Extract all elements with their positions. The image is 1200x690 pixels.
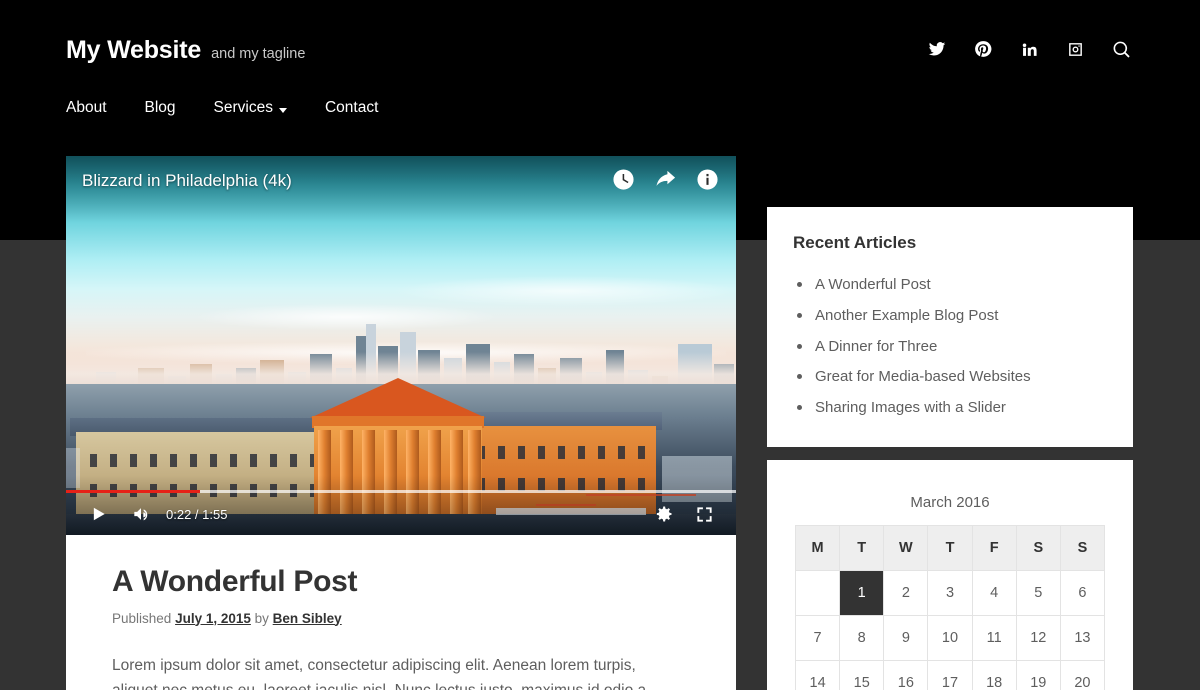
calendar-table: MTWTFSS 1 2 3 4 5 6 7 8 9 10 11 12 13 14 15 16 17 18 19 20 xyxy=(794,525,1106,690)
post-author-link[interactable]: Ben Sibley xyxy=(273,611,342,626)
calendar-day-cell[interactable]: 19 xyxy=(1015,660,1061,690)
calendar-day-cell[interactable]: 12 xyxy=(1015,615,1061,661)
pinterest-icon[interactable] xyxy=(970,36,996,62)
calendar-day-cell[interactable]: 15 xyxy=(839,660,885,690)
by-label: by xyxy=(254,610,269,626)
calendar-day-cell[interactable]: 7 xyxy=(794,615,841,661)
calendar-weekday-header: S xyxy=(1015,525,1061,571)
recent-article-item[interactable]: A Dinner for Three xyxy=(797,335,1107,359)
calendar-day-cell[interactable]: 10 xyxy=(927,615,973,661)
video-title: Blizzard in Philadelphia (4k) xyxy=(82,171,292,190)
calendar-weekday-header: F xyxy=(971,525,1017,571)
calendar-week-row: 123456 xyxy=(794,570,1106,616)
chevron-down-icon xyxy=(278,107,287,113)
post-meta: Published July 1, 2015 by Ben Sibley xyxy=(112,611,690,626)
settings-gear-icon[interactable] xyxy=(654,504,674,524)
calendar-day-cell[interactable]: 20 xyxy=(1059,660,1106,690)
post-title[interactable]: A Wonderful Post xyxy=(112,565,690,600)
calendar-day-cell[interactable]: 13 xyxy=(1059,615,1106,661)
recent-article-item[interactable]: Sharing Images with a Slider xyxy=(797,396,1107,420)
calendar-header-row: MTWTFSS xyxy=(794,525,1106,571)
widget-title: Recent Articles xyxy=(793,233,917,252)
play-button[interactable] xyxy=(88,504,108,524)
nav-item-blog[interactable]: Blog xyxy=(145,99,176,117)
calendar-day-cell[interactable]: 14 xyxy=(794,660,841,690)
calendar-week-row: 14 15 16 17 18 19 20 xyxy=(794,660,1106,690)
video-controls: 0:22 / 1:55 xyxy=(66,493,736,535)
volume-button[interactable] xyxy=(131,504,151,524)
social-links xyxy=(924,36,1134,62)
calendar-day-cell[interactable]: 8 xyxy=(839,615,885,661)
instagram-icon[interactable] xyxy=(1062,36,1088,62)
nav-item-contact[interactable]: Contact xyxy=(325,99,378,117)
info-icon[interactable] xyxy=(696,168,720,192)
post-date-link[interactable]: July 1, 2015 xyxy=(175,611,251,626)
page-root: My Website and my tagline About Blog Ser… xyxy=(0,0,1200,690)
calendar-day-cell[interactable]: 6 xyxy=(1059,570,1106,616)
widget-recent-articles: Recent Articles A Wonderful Post Another … xyxy=(767,207,1133,447)
calendar-day-cell[interactable]: 5 xyxy=(1015,570,1061,616)
search-icon[interactable] xyxy=(1108,36,1134,62)
recent-article-item[interactable]: Great for Media-based Websites xyxy=(797,365,1107,389)
watch-later-icon[interactable] xyxy=(612,168,636,192)
post-article: A Wonderful Post Published July 1, 2015 … xyxy=(66,535,736,690)
calendar-weekday-header: W xyxy=(883,525,929,571)
nav-item-services[interactable]: Services xyxy=(214,99,287,117)
calendar-day-cell[interactable]: 2 xyxy=(883,570,929,616)
calendar-day-cell[interactable]: 3 xyxy=(927,570,973,616)
recent-article-item[interactable]: Another Example Blog Post xyxy=(797,304,1107,328)
calendar-weekday-header: T xyxy=(927,525,973,571)
recent-article-item[interactable]: A Wonderful Post xyxy=(797,273,1107,297)
video-time-display: 0:22 / 1:55 xyxy=(166,507,228,522)
video-player[interactable]: Blizzard in Philadelphia (4k) 0:22 / 1:5… xyxy=(66,156,736,535)
nav-label: About xyxy=(66,99,107,116)
calendar-day-cell[interactable]: 11 xyxy=(971,615,1017,661)
site-tagline: and my tagline xyxy=(211,46,306,62)
main-content-card: Blizzard in Philadelphia (4k) 0:22 / 1:5… xyxy=(66,156,736,690)
primary-navigation: About Blog Services Contact xyxy=(66,99,378,117)
site-title: My Website xyxy=(66,36,202,64)
video-action-buttons xyxy=(612,168,720,192)
calendar-weekday-header: T xyxy=(839,525,885,571)
recent-articles-list: A Wonderful Post Another Example Blog Pos… xyxy=(767,273,1133,420)
nav-label: Contact xyxy=(324,99,379,116)
calendar-day-cell[interactable]: 9 xyxy=(883,615,929,661)
calendar-day-cell[interactable]: 18 xyxy=(971,660,1017,690)
calendar-day-cell[interactable]: 17 xyxy=(927,660,973,690)
calendar-week-row: 7 8 9 10 11 12 13 xyxy=(794,615,1106,661)
site-branding[interactable]: My Website and my tagline xyxy=(66,36,305,65)
widget-calendar: March 2016 MTWTFSS 1 2 3 4 5 6 7 8 9 10 11 12 13 14 15… xyxy=(767,460,1133,690)
calendar-day-cell[interactable]: 1 xyxy=(839,570,885,616)
calendar-empty-cell xyxy=(794,570,841,616)
calendar-weekday-header: S xyxy=(1059,525,1106,571)
published-label: Published xyxy=(112,610,172,626)
nav-label: Blog xyxy=(144,99,176,116)
calendar-day-cell[interactable]: 16 xyxy=(883,660,929,690)
calendar-day-cell[interactable]: 4 xyxy=(971,570,1017,616)
post-excerpt: Lorem ipsum dolor sit amet, consectetur … xyxy=(112,656,666,690)
share-icon[interactable] xyxy=(654,168,678,192)
nav-item-about[interactable]: About xyxy=(66,99,107,117)
calendar-weekday-header: M xyxy=(794,525,841,571)
museum-pediment xyxy=(310,378,486,418)
twitter-icon[interactable] xyxy=(924,36,950,62)
calendar-caption: March 2016 xyxy=(910,494,990,511)
fullscreen-button[interactable] xyxy=(695,505,714,524)
calendar-body: 1 2 3 4 5 6 7 8 9 10 11 12 13 14 15 16 17 18 19 20 xyxy=(794,570,1106,690)
cloud-decoration xyxy=(396,276,736,306)
linkedin-icon[interactable] xyxy=(1016,36,1042,62)
nav-label: Services xyxy=(213,99,273,116)
